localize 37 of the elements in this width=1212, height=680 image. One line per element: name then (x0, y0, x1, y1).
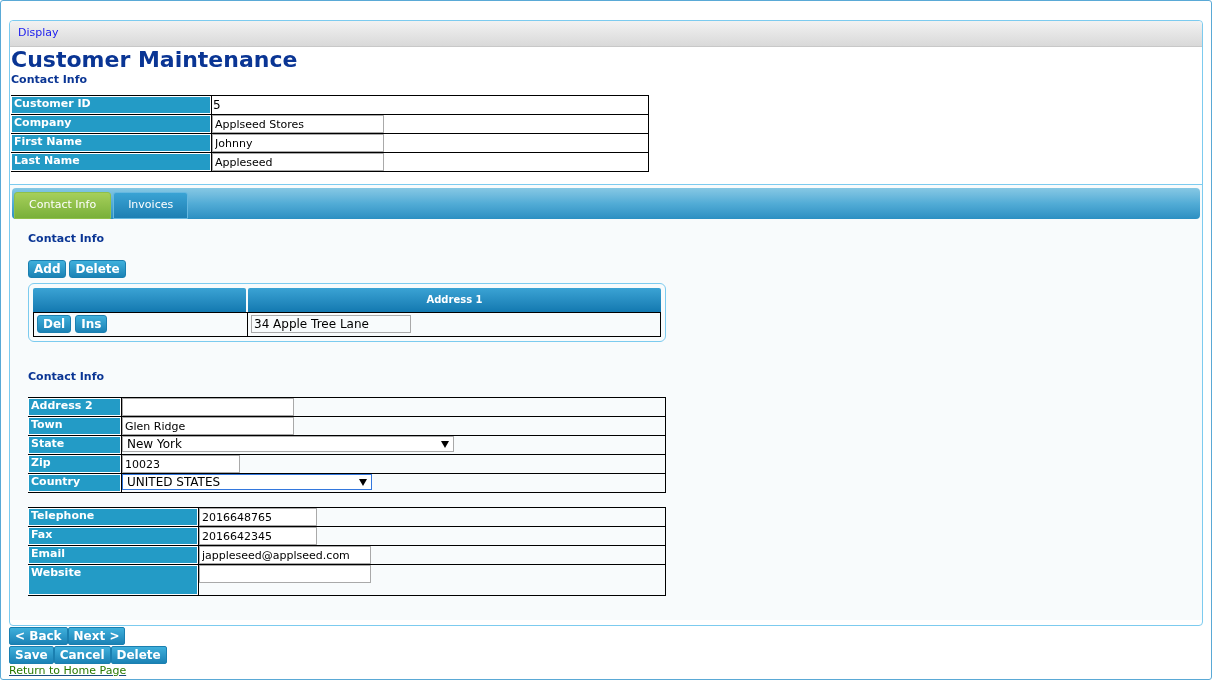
dropdown-arrow-icon (359, 478, 367, 486)
input-field[interactable]: jappleseed@applseed.com (199, 546, 371, 564)
page-subtitle: Contact Info (10, 73, 89, 87)
field-label: State (28, 436, 121, 454)
input-field[interactable]: 2016648765 (199, 508, 317, 526)
input-field[interactable]: Glen Ridge (122, 417, 294, 435)
address-input[interactable]: 34 Apple Tree Lane (251, 315, 411, 333)
field-label: Company (11, 115, 211, 133)
input-field[interactable] (122, 398, 294, 416)
input-field[interactable]: Appleseed (212, 153, 384, 171)
input-field[interactable]: 2016642345 (199, 527, 317, 545)
field-label: Town (28, 417, 121, 435)
field-label: Zip (28, 455, 121, 473)
grid-header-cell: Address 1 (248, 287, 661, 312)
dropdown-field[interactable]: UNITED STATES (122, 474, 372, 490)
field-label: Email (28, 546, 198, 564)
input-field[interactable] (199, 565, 371, 583)
field-label: Last Name (11, 153, 211, 171)
section-title: Contact Info (28, 231, 106, 247)
field-label: Website (28, 565, 198, 595)
input-field[interactable]: 10023 (122, 455, 240, 473)
page-title: Customer Maintenance (10, 47, 299, 73)
dropdown-arrow-icon (441, 440, 449, 448)
field-label: Address 2 (28, 398, 121, 416)
field-label: Telephone (28, 508, 198, 526)
tab[interactable]: Invoices (113, 192, 189, 219)
dropdown-field[interactable]: New York (122, 436, 454, 452)
field-label: Country (28, 474, 121, 492)
input-field[interactable]: Johnny (212, 134, 384, 152)
input-field[interactable]: Applseed Stores (212, 115, 384, 133)
field-label: Fax (28, 527, 198, 545)
field-label: First Name (11, 134, 211, 152)
section-title: Contact Info (28, 368, 106, 385)
home-link[interactable]: Return to Home Page (9, 664, 127, 677)
display-link[interactable]: Display (18, 25, 59, 42)
field-label: Customer ID (11, 96, 211, 114)
field-value: 5 (212, 97, 222, 114)
